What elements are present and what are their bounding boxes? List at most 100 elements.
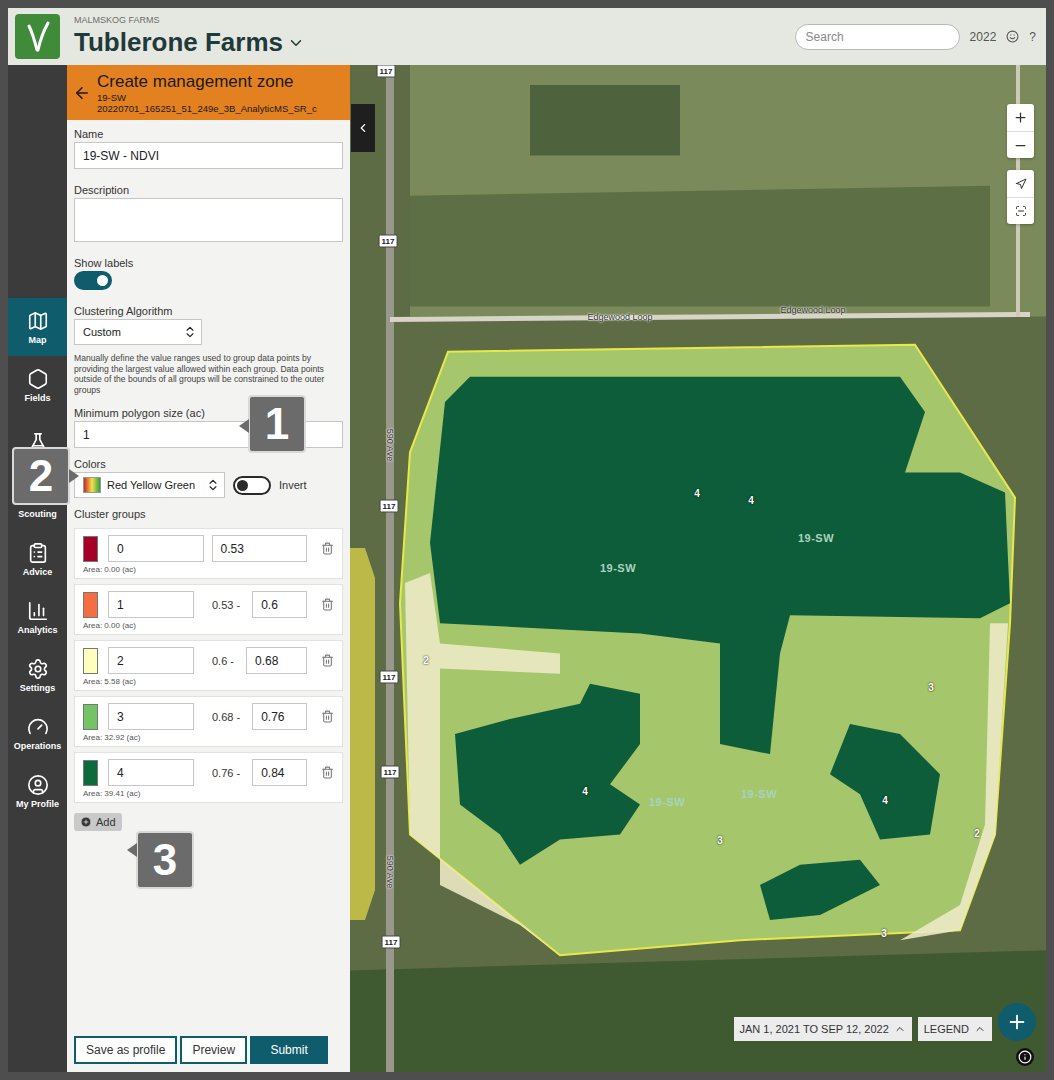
group-id-input[interactable]: 2 bbox=[108, 647, 194, 674]
operations-icon bbox=[27, 716, 49, 738]
group-color-swatch[interactable] bbox=[83, 760, 98, 786]
zoom-out-button[interactable] bbox=[1007, 131, 1034, 158]
annotation-badge: 3 bbox=[136, 831, 194, 889]
zoom-controls bbox=[1007, 104, 1034, 158]
delete-group-button[interactable] bbox=[321, 598, 334, 611]
algorithm-field: Clustering AlgorithmCustomManually defin… bbox=[74, 305, 343, 395]
plus-circle-icon bbox=[80, 816, 92, 828]
chevron-up-icon bbox=[974, 1023, 986, 1035]
algorithm-help: Manually define the value ranges used to… bbox=[74, 353, 343, 395]
road-shield: 117 bbox=[379, 235, 398, 248]
group-color-swatch[interactable] bbox=[83, 592, 98, 618]
field-label: Description bbox=[74, 184, 343, 196]
info-icon bbox=[1018, 1050, 1032, 1064]
sidebar-item[interactable]: Fields bbox=[8, 356, 67, 414]
group-area: Area: 32.92 (ac) bbox=[83, 733, 334, 742]
sidebar-label: Operations bbox=[14, 741, 62, 751]
sidebar-label: Map bbox=[29, 335, 47, 345]
add-group-button[interactable]: Add bbox=[74, 813, 122, 831]
leaf-logo-icon bbox=[15, 14, 60, 59]
name-input[interactable]: 19-SW - NDVI bbox=[74, 142, 343, 169]
locate-button[interactable] bbox=[1007, 170, 1034, 197]
search-input[interactable]: Search bbox=[795, 24, 960, 50]
group-max-input[interactable]: 0.6 bbox=[252, 591, 307, 618]
group-max-input[interactable]: 0.76 bbox=[252, 703, 307, 730]
delete-group-button[interactable] bbox=[321, 766, 334, 779]
plus-icon bbox=[1006, 1011, 1028, 1033]
cluster-group-row: 20.6 -0.68 bbox=[83, 647, 334, 674]
annotation-badge: 2 bbox=[12, 447, 70, 505]
group-color-swatch[interactable] bbox=[83, 536, 98, 562]
sidebar-item[interactable]: My Profile bbox=[8, 762, 67, 820]
toggle-knob bbox=[237, 480, 248, 491]
sidebar-item[interactable]: Advice bbox=[8, 530, 67, 588]
workspace: MapFieldsScoutingAdviceAnalyticsSettings… bbox=[8, 65, 1046, 1072]
sidebar: MapFieldsScoutingAdviceAnalyticsSettings… bbox=[8, 65, 67, 1072]
show-labels-toggle[interactable] bbox=[74, 271, 112, 290]
zone-label: 4 bbox=[882, 795, 888, 806]
year-selector[interactable]: 2022 bbox=[970, 30, 997, 44]
header-tools: Search 2022? bbox=[795, 24, 1036, 50]
road-shield: 117 bbox=[381, 766, 400, 779]
analytics-icon bbox=[27, 600, 49, 622]
app: MALMSKOG FARMSTublerone FarmsSearch2022?… bbox=[0, 0, 1054, 1080]
advice-icon bbox=[27, 542, 49, 564]
add-button[interactable] bbox=[998, 1003, 1036, 1041]
fields-icon bbox=[27, 368, 49, 390]
description-field: Description bbox=[74, 184, 343, 242]
delete-group-button[interactable] bbox=[321, 710, 334, 723]
settings-icon bbox=[27, 658, 49, 680]
field-label: 19-SW bbox=[649, 796, 685, 808]
zoom-in-button[interactable] bbox=[1007, 104, 1034, 131]
back-arrow-icon[interactable] bbox=[73, 84, 91, 102]
org-name: MALMSKOG FARMS bbox=[74, 15, 305, 25]
zone-label: 2 bbox=[423, 655, 429, 666]
farm-selector[interactable]: Tublerone Farms bbox=[74, 27, 305, 58]
cluster-groups: 00.53Area: 0.00 (ac)10.53 -0.6Area: 0.00… bbox=[74, 528, 343, 803]
invert-toggle[interactable] bbox=[233, 476, 271, 495]
panel-header: Create management zone19-SW20220701_1652… bbox=[67, 65, 350, 120]
legend-button[interactable]: LEGEND bbox=[918, 1017, 992, 1041]
group-max-input[interactable]: 0.53 bbox=[212, 535, 308, 562]
delete-group-button[interactable] bbox=[321, 542, 334, 555]
cluster-groups-title: Cluster groups bbox=[74, 508, 343, 520]
group-color-swatch[interactable] bbox=[83, 648, 98, 674]
date-range-button[interactable]: JAN 1, 2021 TO SEP 12, 2022 bbox=[734, 1017, 912, 1041]
sidebar-item[interactable]: Analytics bbox=[8, 588, 67, 646]
description-input[interactable] bbox=[74, 198, 343, 242]
cluster-group-card: 10.53 -0.6Area: 0.00 (ac) bbox=[74, 584, 343, 635]
zone-label: 4 bbox=[694, 488, 700, 499]
group-color-swatch[interactable] bbox=[83, 704, 98, 730]
map[interactable]: 117117117117117117590 Ave590 AveEdgewood… bbox=[350, 65, 1046, 1072]
footer-button[interactable]: Submit bbox=[250, 1036, 328, 1064]
algorithm-select[interactable]: Custom bbox=[74, 319, 202, 345]
smiley-icon[interactable] bbox=[1006, 30, 1019, 43]
help-button[interactable]: ? bbox=[1029, 30, 1036, 44]
group-range: 0.53 - bbox=[202, 599, 244, 611]
select-area-button[interactable] bbox=[1007, 197, 1034, 224]
sidebar-item[interactable]: Map bbox=[8, 298, 67, 356]
sidebar-item[interactable]: Settings bbox=[8, 646, 67, 704]
collapse-panel-button[interactable] bbox=[351, 104, 375, 152]
sidebar-label: Settings bbox=[20, 683, 56, 693]
info-button[interactable] bbox=[1016, 1048, 1034, 1066]
group-id-input[interactable]: 4 bbox=[108, 759, 194, 786]
group-id-input[interactable]: 0 bbox=[108, 535, 204, 562]
plus-icon bbox=[1013, 110, 1028, 125]
group-range: 0.68 - bbox=[202, 711, 244, 723]
up-down-icon bbox=[183, 325, 197, 339]
group-id-input[interactable]: 1 bbox=[108, 591, 194, 618]
zone-panel: Create management zone19-SW20220701_1652… bbox=[67, 65, 350, 1072]
group-id-input[interactable]: 3 bbox=[108, 703, 194, 730]
sidebar-item[interactable]: Operations bbox=[8, 704, 67, 762]
invert-label: Invert bbox=[279, 479, 307, 491]
group-max-input[interactable]: 0.84 bbox=[252, 759, 307, 786]
colors-row: Red Yellow Green Invert bbox=[74, 472, 343, 498]
zone-label: 3 bbox=[881, 928, 887, 939]
colors-select[interactable]: Red Yellow Green bbox=[74, 472, 225, 498]
footer-button[interactable]: Save as profile bbox=[74, 1036, 177, 1064]
map-icon bbox=[27, 310, 49, 332]
delete-group-button[interactable] bbox=[321, 654, 334, 667]
group-max-input[interactable]: 0.68 bbox=[246, 647, 307, 674]
footer-button[interactable]: Preview bbox=[180, 1036, 247, 1064]
